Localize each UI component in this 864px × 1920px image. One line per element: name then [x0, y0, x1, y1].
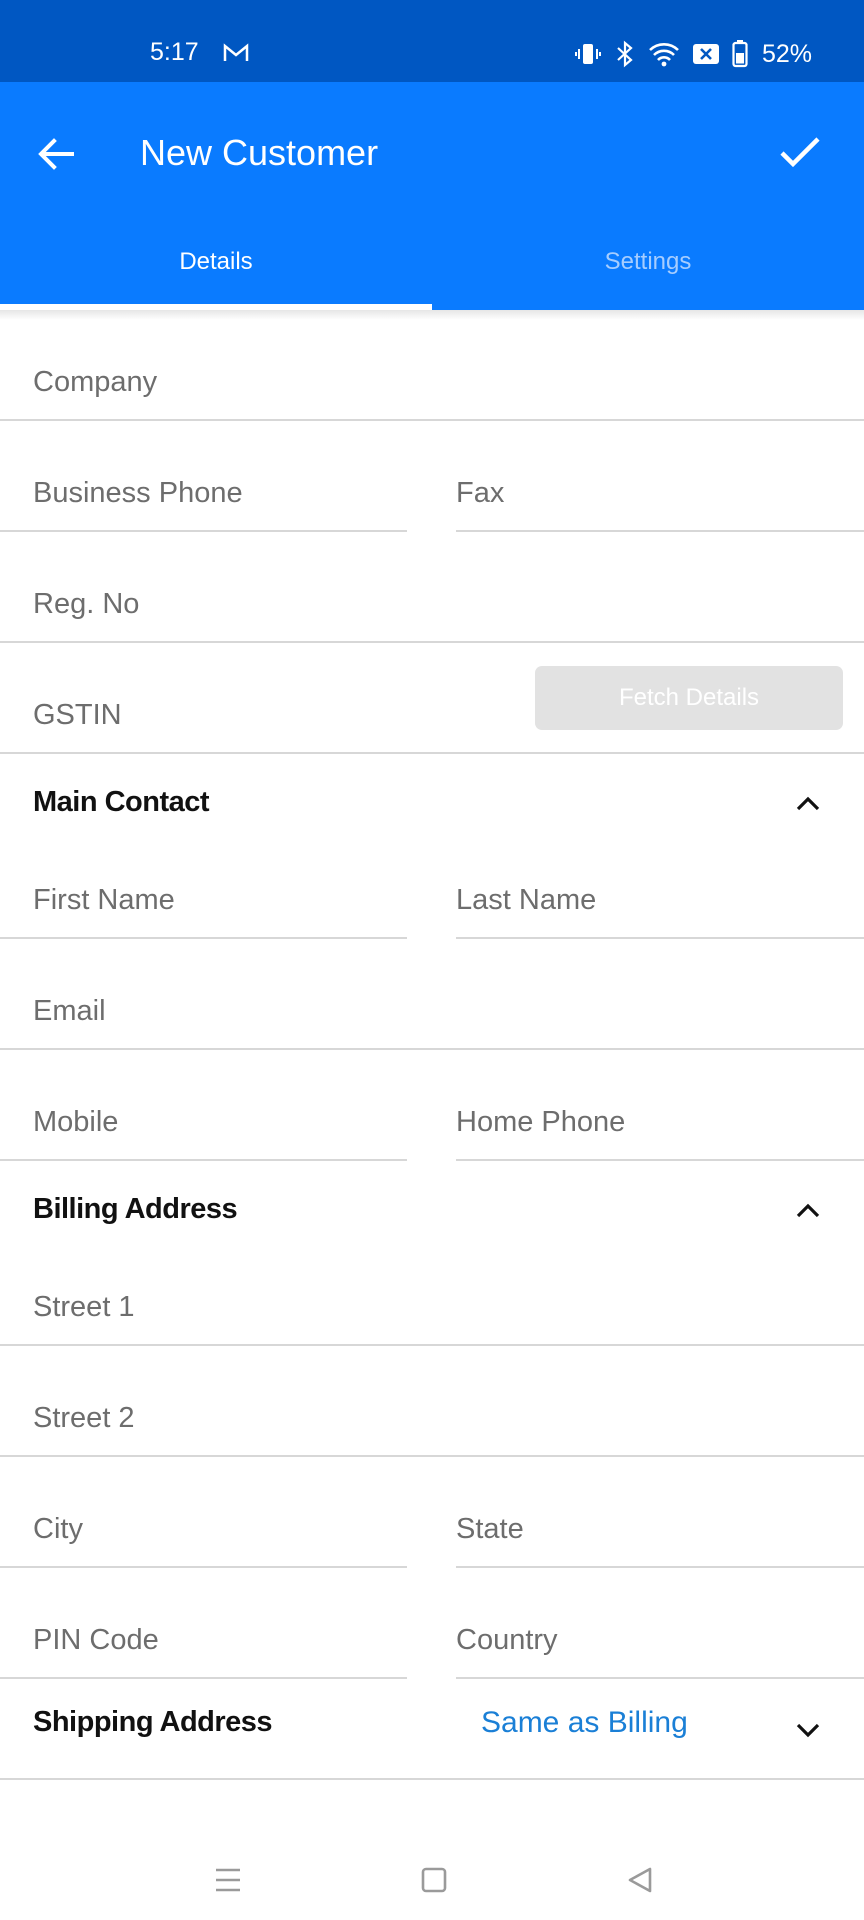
- wifi-icon: [649, 43, 679, 67]
- company-field[interactable]: Company: [0, 310, 864, 421]
- status-bar: 5:17 52%: [0, 0, 864, 82]
- save-check-icon[interactable]: [776, 128, 824, 176]
- vibrate-icon: [574, 44, 601, 64]
- battery-icon: [732, 40, 748, 68]
- status-time: 5:17: [150, 38, 199, 66]
- tab-details[interactable]: Details: [0, 244, 432, 310]
- chevron-down-icon[interactable]: [790, 1712, 826, 1748]
- street2-field[interactable]: Street 2: [0, 1346, 864, 1457]
- state-placeholder: State: [456, 1513, 524, 1545]
- menu-icon[interactable]: [208, 1860, 248, 1900]
- pin-code-placeholder: PIN Code: [33, 1624, 159, 1656]
- home-square-icon[interactable]: [414, 1860, 454, 1900]
- country-placeholder: Country: [456, 1624, 558, 1656]
- pin-code-field[interactable]: PIN Code: [0, 1568, 407, 1679]
- back-triangle-icon[interactable]: [620, 1860, 660, 1900]
- bluetooth-icon: [617, 40, 633, 68]
- tab-settings[interactable]: Settings: [432, 244, 864, 310]
- billing-address-heading: Billing Address: [33, 1193, 238, 1225]
- country-field[interactable]: Country: [456, 1568, 864, 1679]
- home-phone-field[interactable]: Home Phone: [456, 1050, 864, 1161]
- app-bar: New Customer Details Settings: [0, 82, 864, 310]
- main-contact-heading: Main Contact: [33, 786, 210, 818]
- home-phone-placeholder: Home Phone: [456, 1106, 626, 1138]
- business-phone-placeholder: Business Phone: [33, 477, 243, 509]
- mobile-placeholder: Mobile: [33, 1106, 119, 1138]
- mobile-field[interactable]: Mobile: [0, 1050, 407, 1161]
- company-placeholder: Company: [33, 366, 158, 398]
- data-off-icon: [692, 44, 719, 64]
- fax-field[interactable]: Fax: [456, 421, 864, 532]
- email-field[interactable]: Email: [0, 939, 864, 1050]
- shipping-address-heading: Shipping Address: [33, 1706, 273, 1738]
- last-name-field[interactable]: Last Name: [456, 828, 864, 939]
- last-name-placeholder: Last Name: [456, 884, 597, 916]
- same-as-billing-link[interactable]: Same as Billing: [481, 1706, 688, 1740]
- business-phone-field[interactable]: Business Phone: [0, 421, 407, 532]
- street1-field[interactable]: Street 1: [0, 1235, 864, 1346]
- chevron-up-icon[interactable]: [790, 1193, 826, 1229]
- street2-placeholder: Street 2: [33, 1402, 135, 1434]
- fax-placeholder: Fax: [456, 477, 505, 509]
- gstin-placeholder: GSTIN: [33, 699, 122, 731]
- first-name-placeholder: First Name: [33, 884, 175, 916]
- navigation-bar: [0, 1840, 864, 1920]
- new-customer-screen: 5:17 52% New Customer Details Settings C…: [0, 0, 864, 1920]
- chevron-up-icon[interactable]: [790, 786, 826, 822]
- page-title: New Customer: [140, 132, 379, 173]
- reg-no-placeholder: Reg. No: [33, 588, 140, 620]
- reg-no-field[interactable]: Reg. No: [0, 532, 864, 643]
- fetch-details-button[interactable]: Fetch Details: [535, 666, 843, 730]
- gmail-icon: [223, 43, 249, 61]
- city-field[interactable]: City: [0, 1457, 407, 1568]
- battery-percentage: 52%: [761, 39, 812, 68]
- divider: [0, 1778, 864, 1780]
- email-placeholder: Email: [33, 995, 106, 1027]
- state-field[interactable]: State: [456, 1457, 864, 1568]
- first-name-field[interactable]: First Name: [0, 828, 407, 939]
- street1-placeholder: Street 1: [33, 1291, 135, 1323]
- back-arrow-icon[interactable]: [32, 130, 80, 178]
- status-icons: 52%: [574, 36, 812, 72]
- city-placeholder: City: [33, 1513, 83, 1545]
